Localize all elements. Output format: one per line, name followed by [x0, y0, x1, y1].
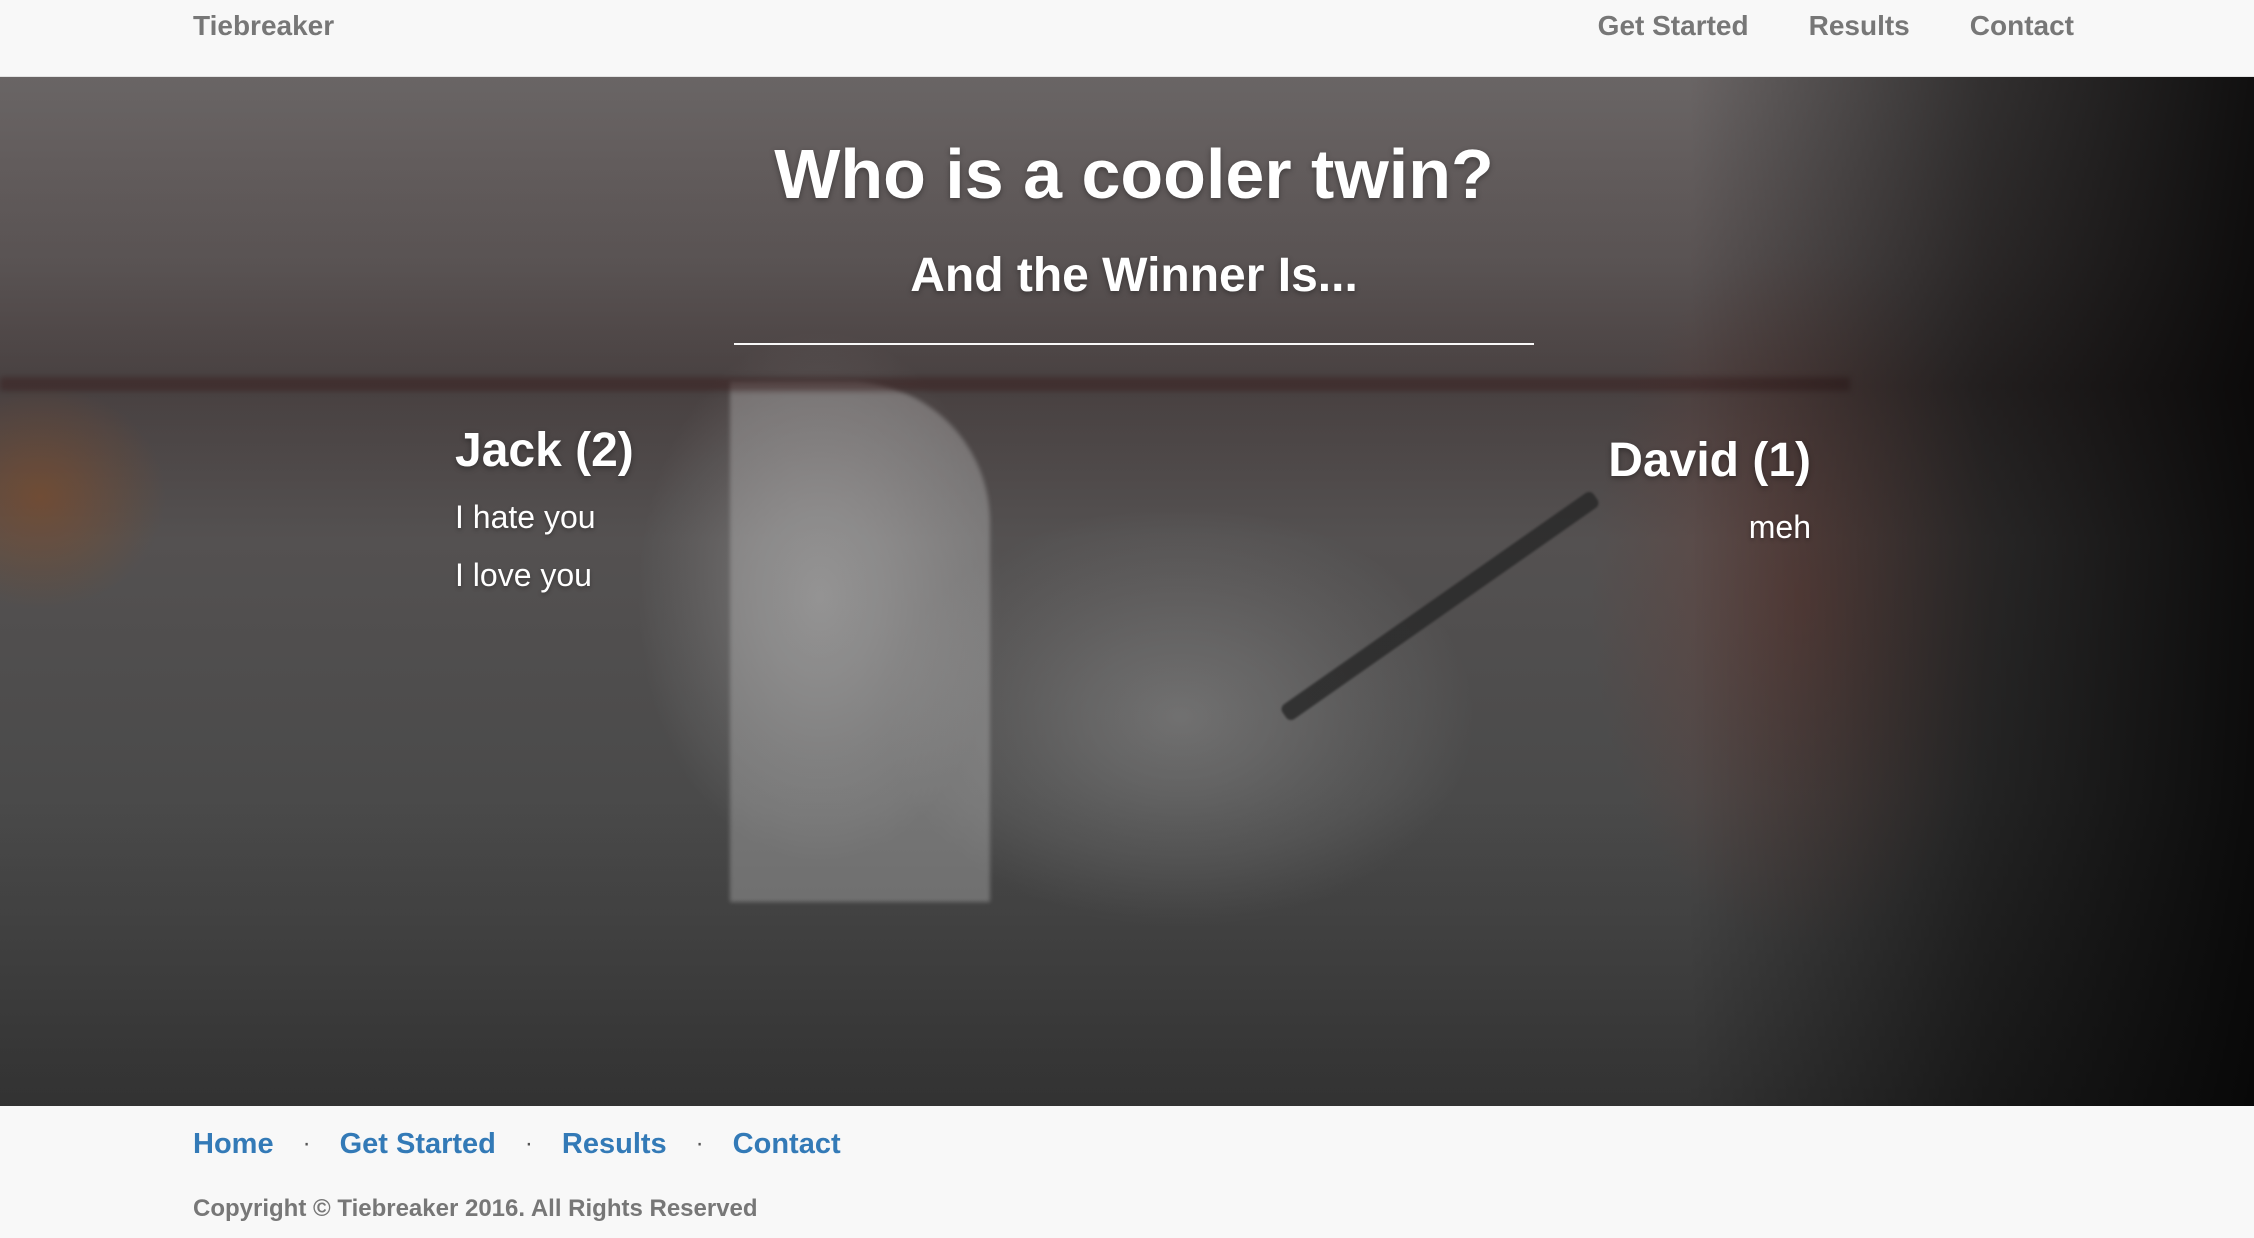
candidate-reason: I hate you	[455, 499, 596, 535]
footer-link-results[interactable]: Results	[562, 1126, 667, 1162]
hero-overlay	[0, 77, 2254, 1106]
nav-links: Get Started Results Contact	[1538, 8, 2074, 44]
footer-link-get-started[interactable]: Get Started	[340, 1126, 496, 1162]
candidate-card-david: David (1) meh	[1608, 432, 1811, 556]
candidate-reason: meh	[1748, 509, 1811, 545]
nav-link-get-started[interactable]: Get Started	[1598, 8, 1749, 44]
title-divider	[734, 343, 1534, 345]
footer-separator: ·	[302, 1130, 311, 1157]
page-title: Who is a cooler twin?	[774, 135, 1494, 213]
footer-link-contact[interactable]: Contact	[733, 1126, 841, 1162]
page-footer: Home · Get Started · Results · Contact C…	[0, 1106, 2254, 1238]
brand-link[interactable]: Tiebreaker	[193, 8, 334, 44]
footer-separator: ·	[695, 1130, 704, 1157]
footer-link-home[interactable]: Home	[193, 1126, 274, 1162]
candidate-name: David (1)	[1608, 434, 1811, 487]
copyright-text: Copyright © Tiebreaker 2016. All Rights …	[193, 1195, 758, 1222]
nav-link-results[interactable]: Results	[1809, 8, 1910, 44]
candidate-reason: I love you	[455, 557, 592, 593]
footer-separator: ·	[524, 1130, 533, 1157]
hero-section: Who is a cooler twin? And the Winner Is.…	[0, 77, 2254, 1106]
page-subtitle: And the Winner Is...	[910, 249, 1358, 302]
candidate-card-jack: Jack (2) I hate you I love you	[455, 422, 634, 604]
nav-link-contact[interactable]: Contact	[1970, 8, 2074, 44]
top-navbar: Tiebreaker Get Started Results Contact	[0, 0, 2254, 77]
footer-links: Home · Get Started · Results · Contact	[193, 1126, 841, 1162]
candidate-name: Jack (2)	[455, 424, 634, 477]
